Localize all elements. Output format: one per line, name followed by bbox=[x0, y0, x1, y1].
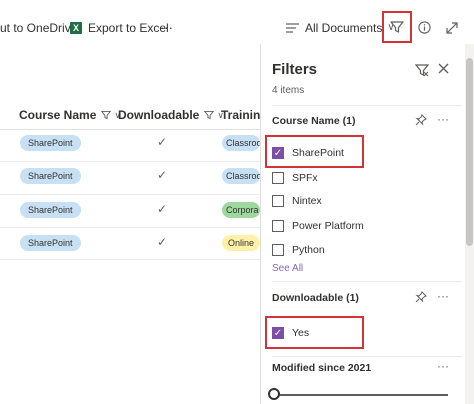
clear-filter-button[interactable] bbox=[414, 63, 430, 80]
export-to-excel-button[interactable]: X Export to Excel bbox=[70, 0, 169, 55]
downloadable-check: ✓ bbox=[157, 168, 168, 182]
checkbox-checked[interactable]: ✓ bbox=[272, 327, 284, 339]
training-pill: Corpora bbox=[222, 202, 260, 218]
more-icon: ··· bbox=[437, 112, 449, 126]
training-pill: Online bbox=[222, 235, 260, 251]
section-more-button[interactable]: ··· bbox=[437, 289, 449, 303]
expand-icon bbox=[446, 21, 458, 34]
option-label: Yes bbox=[292, 327, 310, 339]
close-icon bbox=[438, 63, 449, 74]
column-header-training[interactable]: Training U bbox=[221, 100, 260, 130]
filter-option-sharepoint[interactable]: ✓ SharePoint bbox=[272, 144, 344, 162]
scrollbar-thumb[interactable] bbox=[466, 58, 473, 246]
more-icon: ··· bbox=[160, 20, 173, 35]
pin-icon bbox=[415, 291, 427, 303]
move-to-onedrive-label: ut to OneDrive bbox=[0, 20, 78, 35]
column-header-course-name[interactable]: Course Name ∨ bbox=[19, 100, 121, 130]
filter-icon bbox=[390, 21, 404, 33]
pin-button[interactable] bbox=[415, 114, 427, 129]
filter-icon bbox=[204, 110, 215, 120]
section-more-button[interactable]: ··· bbox=[437, 359, 449, 373]
checkbox[interactable] bbox=[272, 195, 284, 207]
modified-section-title: Modified since 2021 bbox=[272, 362, 372, 374]
section-divider bbox=[272, 105, 462, 106]
filters-title: Filters bbox=[272, 61, 318, 78]
export-to-excel-label: Export to Excel bbox=[88, 20, 169, 35]
view-lines-icon bbox=[286, 22, 299, 33]
filter-option-spfx[interactable]: SPFx bbox=[272, 169, 318, 187]
close-button[interactable] bbox=[438, 63, 449, 77]
view-label: All Documents bbox=[305, 20, 383, 35]
filter-option-python[interactable]: Python bbox=[272, 241, 325, 259]
column-header-label: Training U bbox=[221, 108, 260, 122]
checkbox-checked[interactable]: ✓ bbox=[272, 147, 284, 159]
filter-icon bbox=[101, 110, 112, 120]
course-pill: SharePoint bbox=[20, 135, 81, 151]
more-icon: ··· bbox=[437, 359, 449, 373]
course-pill: SharePoint bbox=[20, 235, 81, 251]
more-icon: ··· bbox=[437, 289, 449, 303]
option-label: SPFx bbox=[292, 172, 318, 184]
row-divider bbox=[0, 259, 260, 260]
section-more-button[interactable]: ··· bbox=[437, 112, 449, 126]
info-icon bbox=[418, 21, 431, 34]
course-pill: SharePoint bbox=[20, 168, 81, 184]
filter-pane-button[interactable] bbox=[382, 11, 412, 43]
downloadable-check: ✓ bbox=[157, 235, 168, 249]
option-label: Nintex bbox=[292, 195, 322, 207]
pin-icon bbox=[415, 114, 427, 126]
option-label: SharePoint bbox=[292, 147, 344, 159]
move-to-onedrive-button[interactable]: ut to OneDrive bbox=[0, 0, 77, 55]
see-all-link[interactable]: See All bbox=[272, 263, 303, 274]
course-pill: SharePoint bbox=[20, 202, 81, 218]
filter-option-power-platform[interactable]: Power Platform bbox=[272, 217, 364, 235]
option-label: Python bbox=[292, 244, 325, 256]
section-divider bbox=[272, 356, 462, 357]
pin-button[interactable] bbox=[415, 291, 427, 306]
excel-icon: X bbox=[70, 21, 82, 34]
downloadable-check: ✓ bbox=[157, 202, 168, 216]
clear-filter-icon bbox=[414, 64, 430, 77]
column-header-label: Downloadable bbox=[118, 108, 200, 122]
row-divider bbox=[0, 227, 260, 228]
header-divider bbox=[0, 129, 260, 130]
row-divider bbox=[0, 161, 260, 162]
filter-option-nintex[interactable]: Nintex bbox=[272, 192, 322, 210]
date-slider-track[interactable] bbox=[274, 394, 448, 396]
section-divider bbox=[272, 281, 462, 282]
downloadable-check: ✓ bbox=[157, 135, 168, 149]
filters-pane: Filters 4 items Course Name (1) ··· ✓ Sh… bbox=[260, 44, 474, 404]
more-commands-button[interactable]: ··· bbox=[160, 0, 173, 55]
course-name-section-title: Course Name (1) bbox=[272, 115, 356, 127]
filters-item-count: 4 items bbox=[272, 85, 305, 96]
date-slider-handle[interactable] bbox=[268, 388, 280, 400]
checkbox[interactable] bbox=[272, 220, 284, 232]
column-header-label: Course Name bbox=[19, 108, 97, 122]
filter-option-yes[interactable]: ✓ Yes bbox=[272, 324, 309, 342]
row-divider bbox=[0, 194, 260, 195]
checkbox[interactable] bbox=[272, 172, 284, 184]
training-pill: Classroo bbox=[222, 135, 260, 151]
training-pill: Classroo bbox=[222, 168, 260, 184]
downloadable-section-title: Downloadable (1) bbox=[272, 292, 359, 304]
column-header-downloadable[interactable]: Downloadable ∨ bbox=[118, 100, 224, 130]
option-label: Power Platform bbox=[292, 220, 364, 232]
checkbox[interactable] bbox=[272, 244, 284, 256]
